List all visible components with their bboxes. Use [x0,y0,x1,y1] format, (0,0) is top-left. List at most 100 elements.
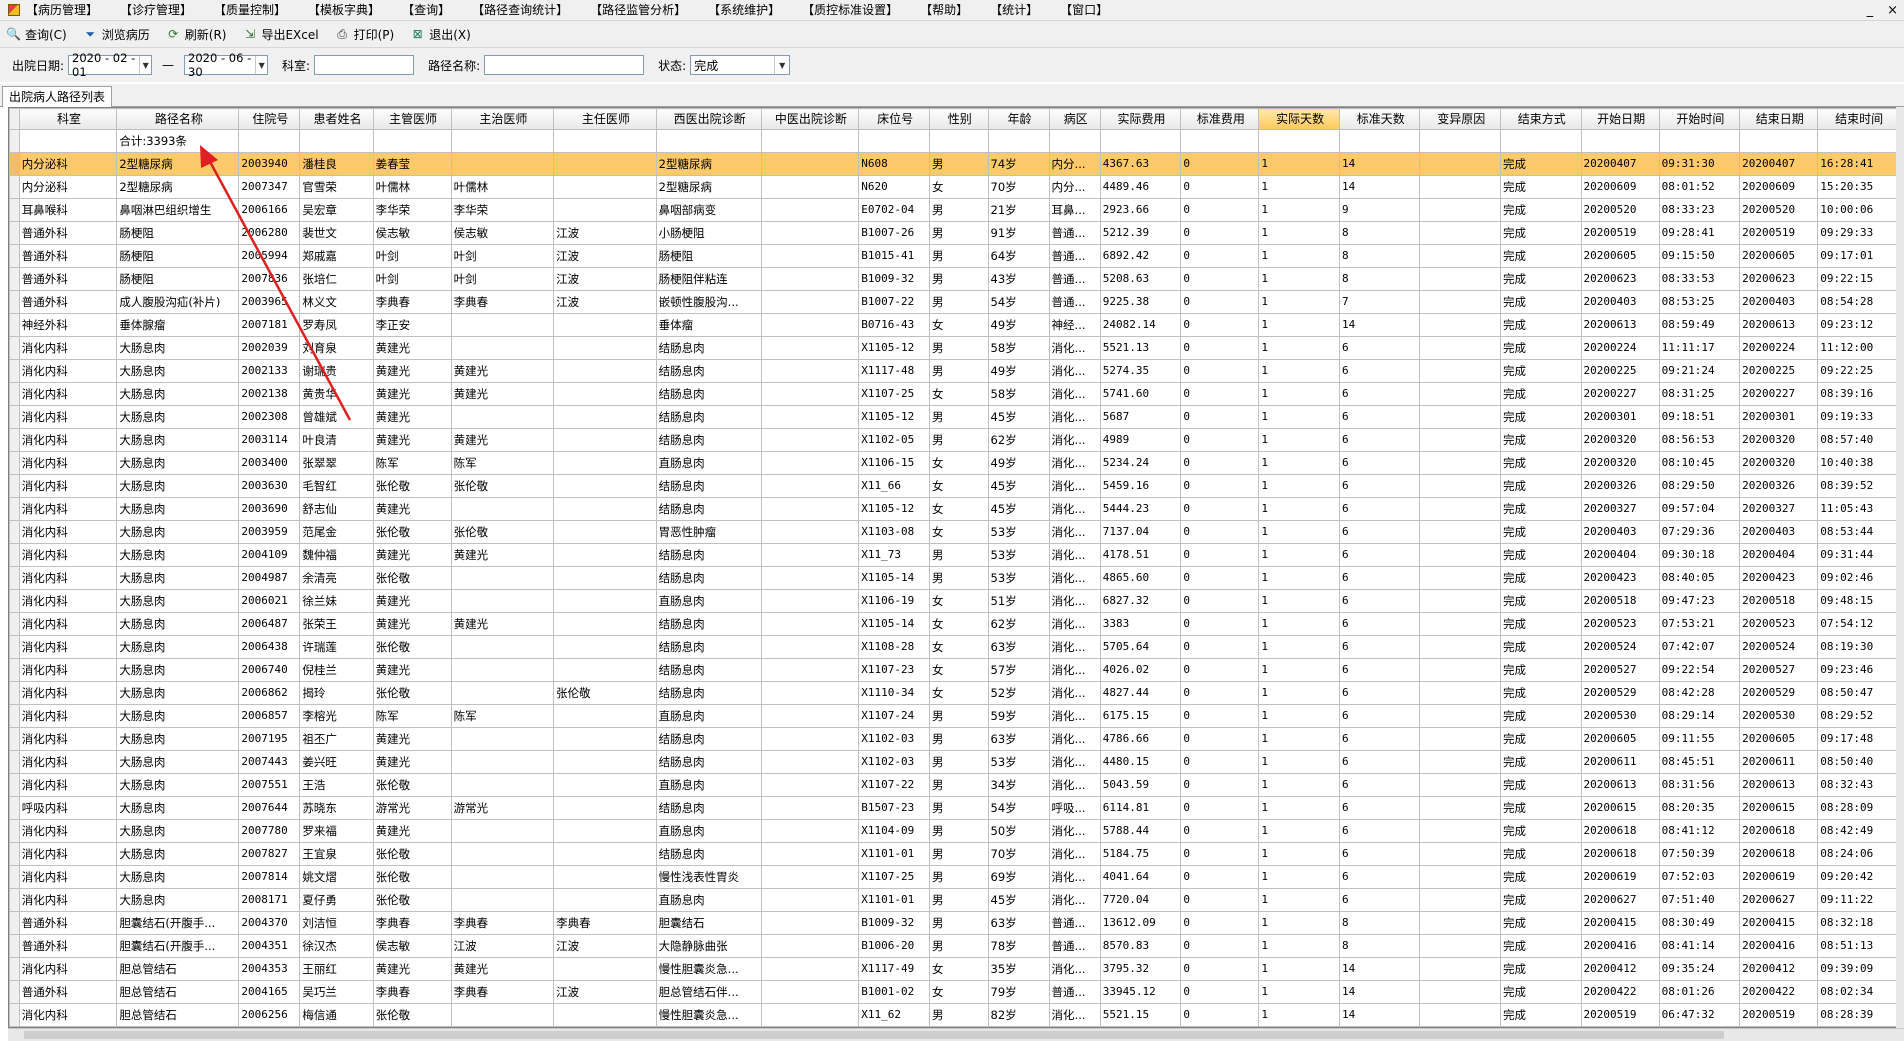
table-cell[interactable]: 5274.35 [1099,359,1182,383]
table-cell[interactable]: 王浩 [299,773,374,797]
table-cell[interactable]: 女 [928,474,989,498]
table-cell[interactable] [553,750,657,774]
table-cell[interactable]: 大肠息肉 [116,796,240,820]
table-cell[interactable]: 直肠息肉 [655,819,762,843]
table-cell[interactable]: 李典春 [372,911,452,935]
table-cell[interactable]: 林义文 [299,290,374,314]
table-cell[interactable] [1419,543,1502,567]
row-header[interactable] [9,152,20,176]
table-cell[interactable]: 大肠息肉 [116,336,240,360]
table-cell[interactable] [1419,819,1502,843]
table-cell[interactable]: 0 [1180,842,1260,866]
table-row[interactable]: 消化内科 大肠息肉 2006862 揭玲 张伦敬 张伦敬 结肠息肉 X1110-34 女 52岁消… [9,681,1899,705]
table-cell[interactable]: 消化内科 [18,382,118,406]
table-cell[interactable]: 普通外科 [18,267,118,291]
table-cell[interactable]: 08:51:13 [1817,934,1899,958]
table-cell[interactable]: 江波 [553,934,657,958]
table-cell[interactable]: 消化... [1048,336,1101,360]
row-header[interactable] [9,842,20,866]
table-cell[interactable]: 余清亮 [299,566,374,590]
table-cell[interactable] [760,888,860,912]
table-cell[interactable]: 4480.15 [1099,750,1182,774]
table-cell[interactable] [760,497,860,521]
table-cell[interactable]: X1106-19 [858,589,930,613]
table-cell[interactable]: 34岁 [987,773,1050,797]
table-cell[interactable]: 消化内科 [18,842,118,866]
table-cell[interactable]: 5705.64 [1099,635,1182,659]
table-cell[interactable]: 官雪荣 [299,175,374,199]
table-cell[interactable]: 呼吸内科 [18,796,118,820]
table-cell[interactable]: 08:50:47 [1817,681,1899,705]
table-cell[interactable]: 普通... [1048,980,1101,1004]
table-row[interactable]: 普通外科 胆总管结石 2004165 吴巧兰 李典春 李典春 江波 胆总管结石伴... B100… [9,980,1899,1004]
table-cell[interactable]: 20200524 [1739,635,1819,659]
table-cell[interactable]: 完成 [1500,773,1582,797]
table-cell[interactable]: 08:39:16 [1817,382,1899,406]
table-cell[interactable]: 08:40:05 [1658,566,1741,590]
column-header[interactable]: 科室 [18,108,118,130]
table-cell[interactable]: 完成 [1500,796,1582,820]
table-cell[interactable]: 6 [1338,612,1421,636]
table-cell[interactable]: 20200407 [1739,152,1819,176]
table-cell[interactable]: 1 [1258,773,1340,797]
table-cell[interactable]: 梅信通 [299,1003,374,1027]
table-cell[interactable]: 0 [1180,359,1260,383]
table-cell[interactable]: 09:22:15 [1817,267,1899,291]
table-cell[interactable]: 1 [1258,290,1340,314]
table-cell[interactable]: X1105-12 [858,336,930,360]
table-cell[interactable]: 2007644 [238,796,301,820]
table-cell[interactable]: 完成 [1500,911,1582,935]
table-cell[interactable]: 结肠息肉 [655,842,762,866]
table-cell[interactable] [450,405,555,429]
table-cell[interactable] [553,704,657,728]
table-cell[interactable] [1419,727,1502,751]
table-cell[interactable]: 08:42:49 [1817,819,1899,843]
table-cell[interactable]: 大肠息肉 [116,888,240,912]
table-cell[interactable]: 0 [1180,198,1260,222]
table-cell[interactable]: 08:32:18 [1817,911,1899,935]
table-cell[interactable] [760,543,860,567]
table-cell[interactable] [1419,267,1502,291]
table-cell[interactable]: 普通外科 [18,980,118,1004]
table-cell[interactable]: 大肠息肉 [116,865,240,889]
table-cell[interactable]: 吴宏章 [299,198,374,222]
table-cell[interactable]: 游常光 [450,796,555,820]
table-cell[interactable]: 08:10:45 [1658,451,1741,475]
table-cell[interactable] [450,727,555,751]
table-cell[interactable]: 结肠息肉 [655,612,762,636]
table-cell[interactable]: 20200519 [1739,1003,1819,1027]
table-cell[interactable]: 男 [928,267,989,291]
table-cell[interactable]: 08:29:52 [1817,704,1899,728]
table-cell[interactable] [760,796,860,820]
column-header[interactable]: 实际费用 [1099,108,1182,130]
table-cell[interactable]: 普通外科 [18,934,118,958]
vertical-scrollbar[interactable] [1896,107,1904,1028]
table-cell[interactable]: 张伦敬 [372,773,452,797]
table-cell[interactable] [1419,911,1502,935]
table-cell[interactable]: 20200611 [1580,750,1660,774]
table-cell[interactable]: 黄建光 [372,612,452,636]
column-header[interactable]: 年龄 [987,108,1050,130]
table-cell[interactable]: 20200326 [1580,474,1660,498]
table-cell[interactable]: 20200415 [1739,911,1819,935]
table-cell[interactable]: 5043.59 [1099,773,1182,797]
table-cell[interactable]: 6 [1338,497,1421,521]
table-cell[interactable]: 2004165 [238,980,301,1004]
table-cell[interactable]: 黄建光 [372,359,452,383]
status-select[interactable]: 完成 ▼ [690,55,791,75]
table-cell[interactable]: 09:47:23 [1658,589,1741,613]
table-cell[interactable]: 14 [1338,1003,1421,1027]
row-header[interactable] [9,934,20,958]
table-cell[interactable]: 09:22:25 [1817,359,1899,383]
table-row[interactable]: 消化内科 大肠息肉 2002039 刘育泉 黄建光 结肠息肉 X1105-12 男 58岁 消化.… [9,336,1899,360]
table-cell[interactable] [553,175,657,199]
row-header[interactable] [9,727,20,751]
table-cell[interactable]: 2006740 [238,658,301,682]
table-cell[interactable]: 08:59:49 [1658,313,1741,337]
table-cell[interactable]: 黄建光 [372,957,452,981]
table-cell[interactable]: 20200605 [1580,727,1660,751]
table-cell[interactable] [1419,796,1502,820]
table-cell[interactable]: 20200523 [1580,612,1660,636]
table-cell[interactable]: 09:21:24 [1658,359,1741,383]
table-cell[interactable]: 09:22:54 [1658,658,1741,682]
